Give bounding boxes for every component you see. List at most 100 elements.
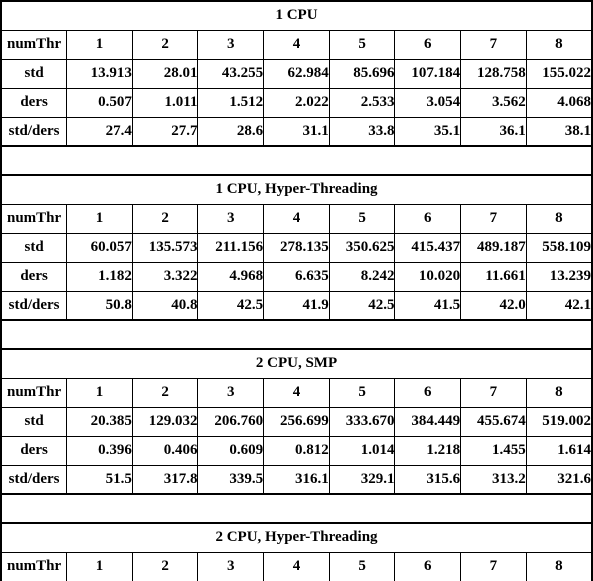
column-header-5: 5 — [328, 203, 396, 234]
table-body: 1 CPU numThr 1 2 3 4 5 6 7 8 std 13.913 … — [0, 0, 593, 581]
cell-ratio-6: 35.1 — [394, 116, 462, 147]
column-header-3: 3 — [197, 377, 265, 408]
cell-ders-8: 1.614 — [525, 435, 593, 466]
row-label-std-ders: std/ders — [0, 116, 68, 147]
table-row: std 60.057 135.573 211.156 278.135 350.6… — [0, 232, 593, 263]
row-label-ders: ders — [0, 261, 68, 292]
column-header-2: 2 — [131, 377, 199, 408]
cell-std-6: 107.184 — [394, 58, 462, 89]
cell-std-1: 60.057 — [66, 232, 133, 263]
section-spacer — [1, 146, 592, 175]
table-row: std 13.913 28.01 43.255 62.984 85.696 10… — [0, 58, 593, 89]
cell-ders-6: 1.218 — [394, 435, 462, 466]
column-header-3: 3 — [197, 551, 265, 581]
cell-ders-5: 2.533 — [328, 87, 396, 118]
column-header-5: 5 — [328, 551, 396, 581]
section-spacer — [1, 320, 592, 349]
column-header-8: 8 — [525, 29, 593, 60]
cell-ratio-8: 42.1 — [525, 290, 593, 321]
cell-ders-1: 0.396 — [66, 435, 133, 466]
section-title-row: 1 CPU, Hyper-Threading — [0, 174, 593, 205]
column-header-1: 1 — [66, 203, 133, 234]
section-title-row: 2 CPU, Hyper-Threading — [0, 522, 593, 553]
cell-ratio-1: 51.5 — [66, 464, 133, 495]
header-label-numthr: numThr — [0, 377, 68, 408]
cell-ratio-2: 27.7 — [131, 116, 199, 147]
cell-ders-7: 3.562 — [460, 87, 527, 118]
section-header-row: numThr 1 2 3 4 5 6 7 8 — [0, 29, 593, 60]
column-header-6: 6 — [394, 377, 462, 408]
table-row: ders 0.396 0.406 0.609 0.812 1.014 1.218… — [0, 435, 593, 466]
section-title-row: 1 CPU — [0, 0, 593, 31]
column-header-4: 4 — [263, 203, 330, 234]
section-title-row: 2 CPU, SMP — [0, 348, 593, 379]
column-header-1: 1 — [66, 551, 133, 581]
row-label-std-ders: std/ders — [0, 464, 68, 495]
section-title-2-cpu-smp: 2 CPU, SMP — [0, 348, 593, 379]
column-header-2: 2 — [131, 29, 199, 60]
cell-std-4: 62.984 — [263, 58, 330, 89]
column-header-8: 8 — [525, 203, 593, 234]
table-page: 1 CPU numThr 1 2 3 4 5 6 7 8 std 13.913 … — [0, 0, 593, 581]
header-label-numthr: numThr — [0, 29, 68, 60]
table-row: ders 1.182 3.322 4.968 6.635 8.242 10.02… — [0, 261, 593, 292]
cell-ders-5: 8.242 — [328, 261, 396, 292]
cell-std-5: 350.625 — [328, 232, 396, 263]
column-header-5: 5 — [328, 29, 396, 60]
column-header-3: 3 — [197, 29, 265, 60]
column-header-8: 8 — [525, 377, 593, 408]
cell-std-1: 13.913 — [66, 58, 133, 89]
section-title-1-cpu: 1 CPU — [0, 0, 593, 31]
cell-ratio-6: 315.6 — [394, 464, 462, 495]
column-header-8: 8 — [525, 551, 593, 581]
row-label-ders: ders — [0, 87, 68, 118]
cell-ratio-7: 36.1 — [460, 116, 527, 147]
cell-ders-7: 1.455 — [460, 435, 527, 466]
cell-std-8: 155.022 — [525, 58, 593, 89]
cell-ders-1: 1.182 — [66, 261, 133, 292]
section-title-2-cpu-hyper-threading: 2 CPU, Hyper-Threading — [0, 522, 593, 553]
column-header-2: 2 — [131, 551, 199, 581]
cell-ders-8: 4.068 — [525, 87, 593, 118]
cell-ders-3: 4.968 — [197, 261, 265, 292]
column-header-7: 7 — [460, 29, 527, 60]
header-label-numthr: numThr — [0, 203, 68, 234]
cell-std-3: 43.255 — [197, 58, 265, 89]
cell-ders-2: 1.011 — [131, 87, 199, 118]
cell-std-3: 206.760 — [197, 406, 265, 437]
cell-std-2: 135.573 — [131, 232, 199, 263]
row-label-std-ders: std/ders — [0, 290, 68, 321]
row-label-std: std — [0, 232, 68, 263]
cell-std-6: 384.449 — [394, 406, 462, 437]
cell-ders-4: 6.635 — [263, 261, 330, 292]
cell-ratio-2: 317.8 — [131, 464, 199, 495]
cell-ders-4: 2.022 — [263, 87, 330, 118]
column-header-7: 7 — [460, 377, 527, 408]
row-label-ders: ders — [0, 435, 68, 466]
cell-ders-6: 3.054 — [394, 87, 462, 118]
cell-ratio-5: 329.1 — [328, 464, 396, 495]
cell-std-2: 129.032 — [131, 406, 199, 437]
cell-ders-8: 13.239 — [525, 261, 593, 292]
column-header-7: 7 — [460, 203, 527, 234]
cell-ders-7: 11.661 — [460, 261, 527, 292]
cell-ders-3: 1.512 — [197, 87, 265, 118]
cell-ratio-7: 42.0 — [460, 290, 527, 321]
cell-ratio-4: 41.9 — [263, 290, 330, 321]
cell-ratio-5: 33.8 — [328, 116, 396, 147]
row-label-std: std — [0, 406, 68, 437]
cell-ratio-3: 28.6 — [197, 116, 265, 147]
cell-ratio-8: 321.6 — [525, 464, 593, 495]
column-header-2: 2 — [131, 203, 199, 234]
cell-ders-2: 0.406 — [131, 435, 199, 466]
cell-std-8: 558.109 — [525, 232, 593, 263]
table-row: ders 0.507 1.011 1.512 2.022 2.533 3.054… — [0, 87, 593, 118]
column-header-6: 6 — [394, 551, 462, 581]
cell-ratio-6: 41.5 — [394, 290, 462, 321]
column-header-1: 1 — [66, 377, 133, 408]
column-header-6: 6 — [394, 203, 462, 234]
performance-table: 1 CPU numThr 1 2 3 4 5 6 7 8 std 13.913 … — [0, 0, 593, 581]
section-spacer — [1, 494, 592, 523]
column-header-3: 3 — [197, 203, 265, 234]
section-title-1-cpu-hyper-threading: 1 CPU, Hyper-Threading — [0, 174, 593, 205]
